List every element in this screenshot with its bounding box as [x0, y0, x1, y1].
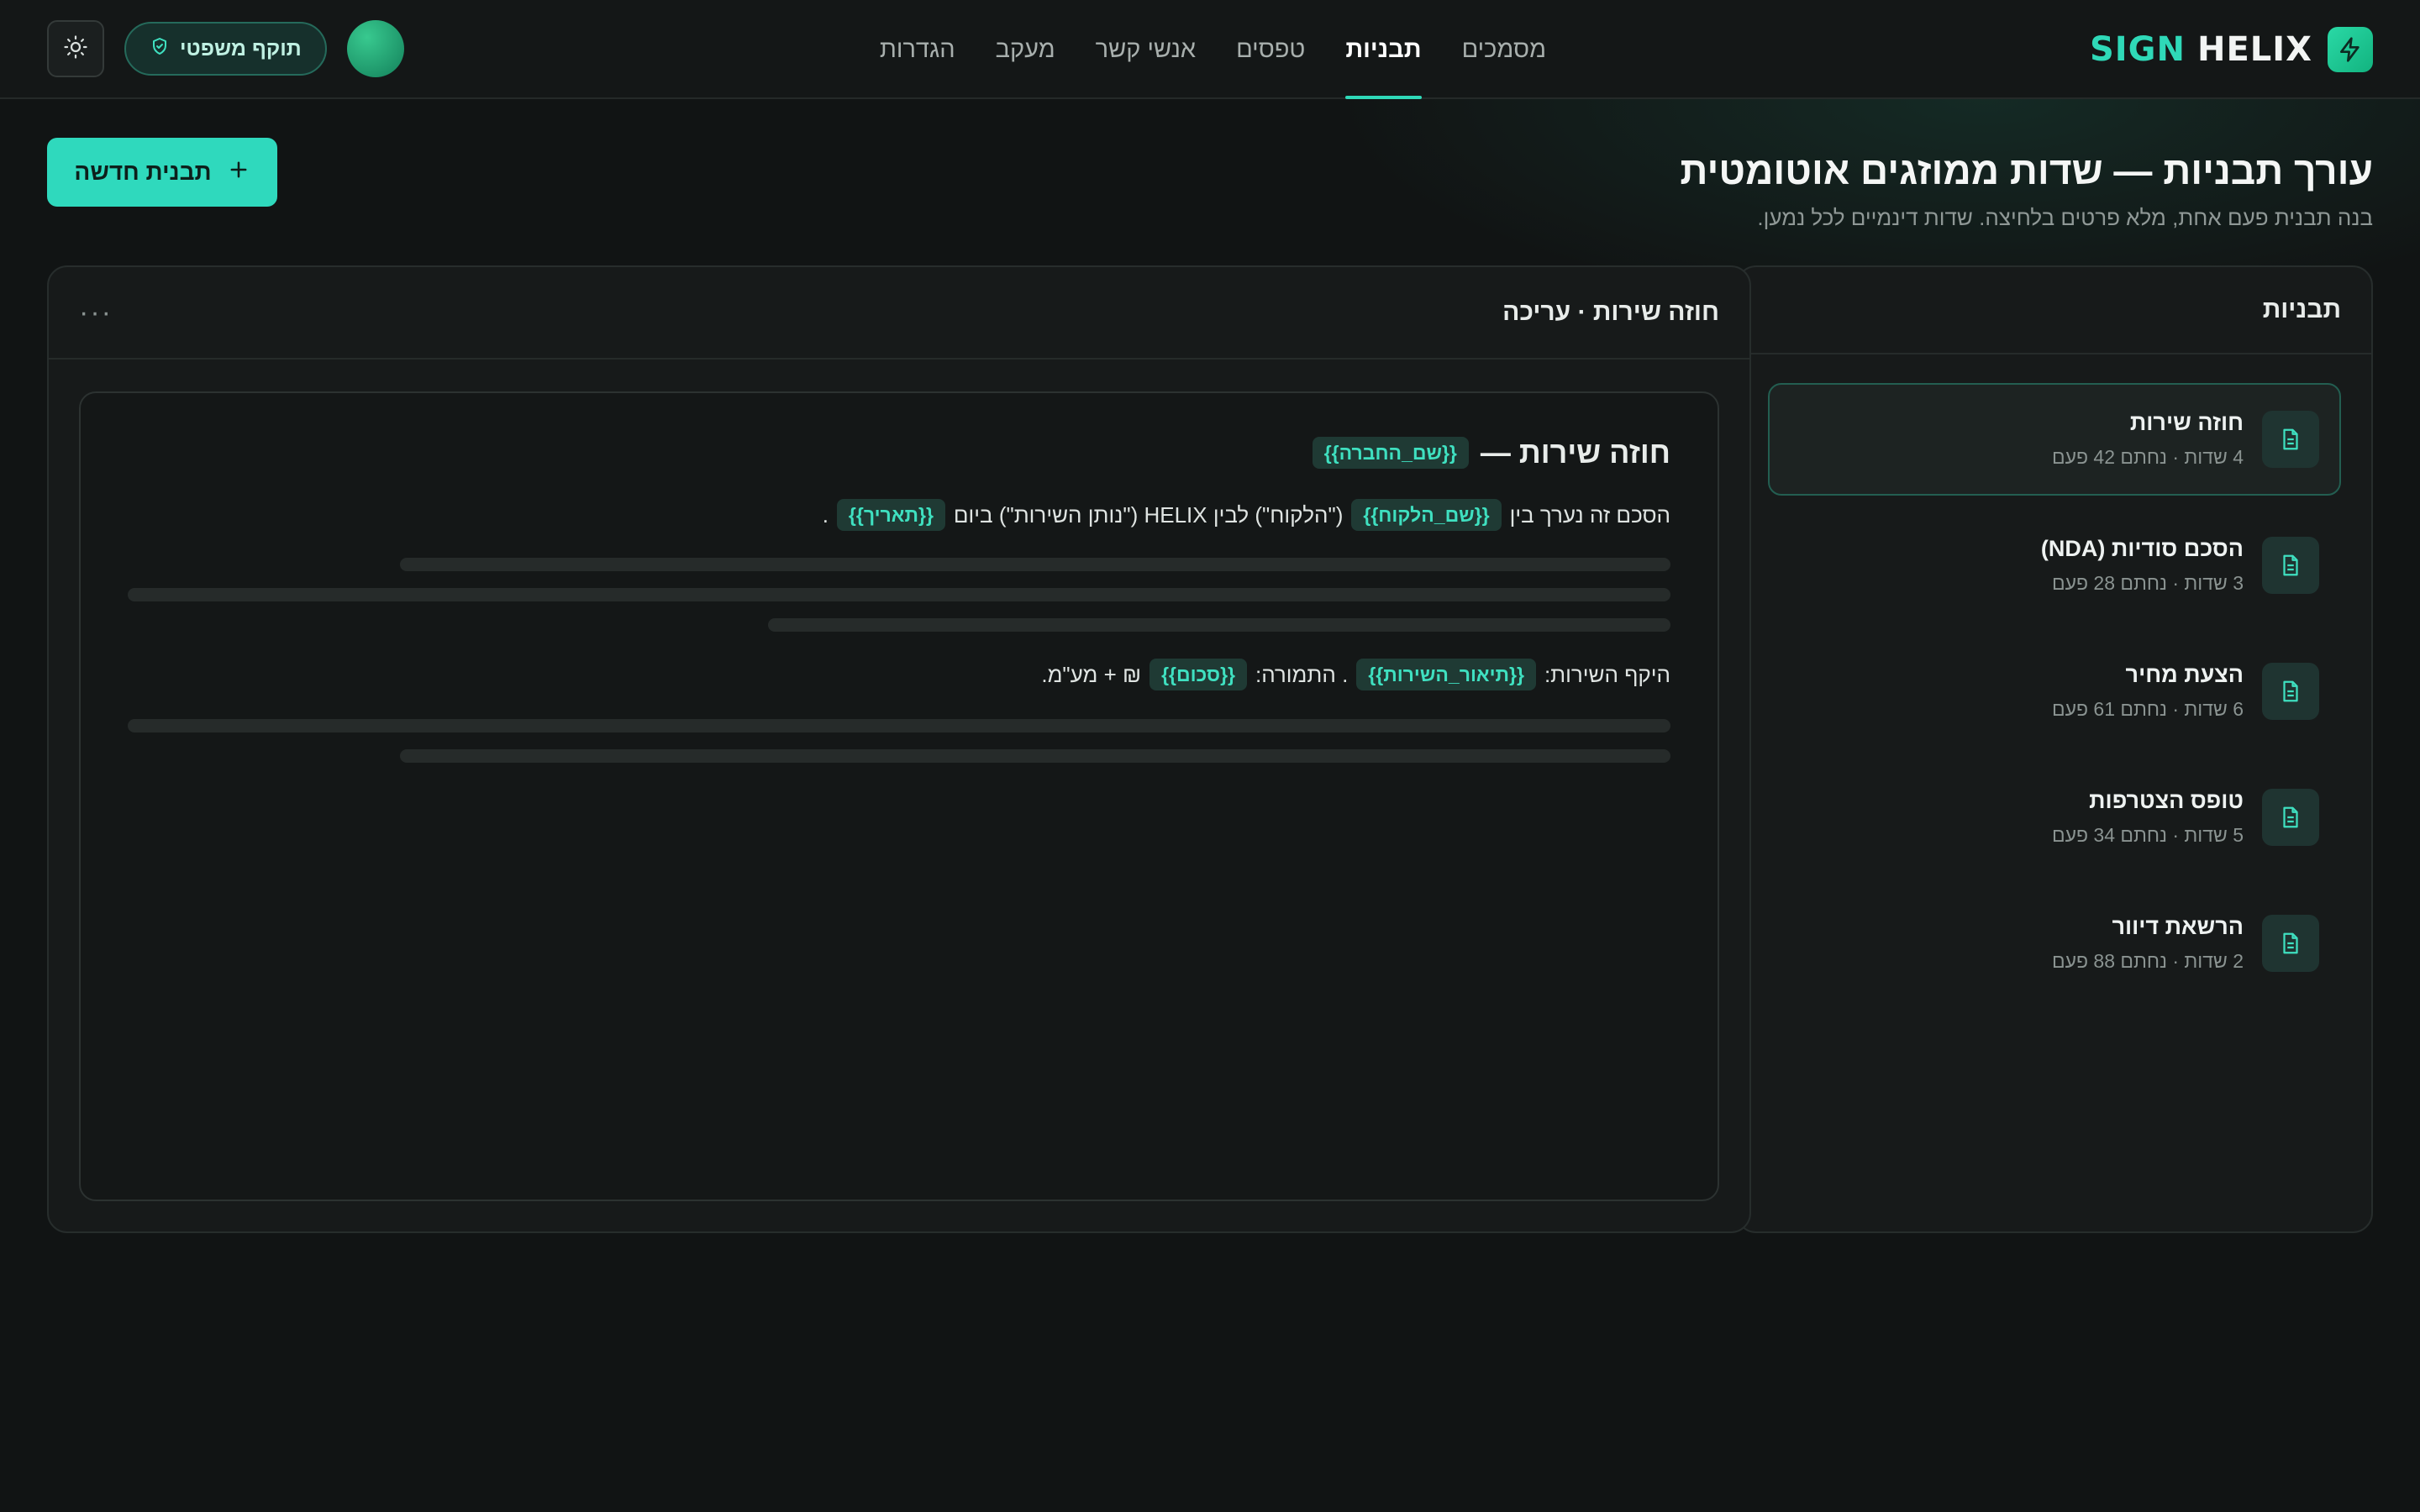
top-bar: SIGN HELIX מסמכים תבניות טפסים אנשי קשר …: [0, 0, 2420, 99]
main-nav: מסמכים תבניות טפסים אנשי קשר מעקב הגדרות: [880, 0, 1546, 99]
merge-field-service-description[interactable]: {{תיאור_השירות}}: [1356, 659, 1536, 690]
document-line-parties: הסכם זה נערך בין {{שם_הלקוח}} ("הלקוח") …: [128, 499, 1670, 531]
sidebar-title: תבניות: [1738, 267, 2371, 354]
doc-text: .: [822, 501, 829, 528]
document-heading: חוזה שירות — {{שם_החברה}}: [128, 435, 1670, 470]
template-meta: 5 שדות · נחתם 34 פעם: [2052, 824, 2244, 846]
nav-forms[interactable]: טפסים: [1236, 0, 1305, 99]
placeholder-text-line: [128, 588, 1670, 601]
nav-templates[interactable]: תבניות: [1345, 0, 1422, 99]
page-subtitle: בנה תבנית פעם אחת, מלא פרטים בלחיצה. שדו…: [1757, 205, 2373, 230]
template-item-mailing-consent[interactable]: הרשאת דיוור 2 שדות · נחתם 88 פעם: [1768, 887, 2341, 1000]
document-icon: [2262, 915, 2319, 972]
document-icon: [2262, 411, 2319, 468]
merge-field-date[interactable]: {{תאריך}}: [836, 499, 945, 531]
placeholder-text-line: [128, 719, 1670, 732]
template-item-nda[interactable]: הסכם סודיות (NDA) 3 שדות · נחתם 28 פעם: [1768, 509, 2341, 622]
template-meta: 4 שדות · נחתם 42 פעם: [2052, 446, 2244, 468]
merge-field-company-name[interactable]: {{שם_החברה}}: [1312, 437, 1469, 469]
template-meta: 6 שדות · נחתם 61 פעם: [2052, 698, 2244, 720]
legal-badge-label: תוקף משפטי: [180, 36, 302, 60]
theme-toggle-button[interactable]: [47, 20, 104, 77]
editor-title: חוזה שירות · עריכה: [1502, 298, 1719, 326]
template-editor: חוזה שירות · עריכה ··· חוזה שירות — {{שם…: [47, 265, 1751, 1233]
legal-validity-badge[interactable]: תוקף משפטי: [124, 22, 327, 76]
template-item-quote[interactable]: הצעת מחיר 6 שדות · נחתם 61 פעם: [1768, 635, 2341, 748]
template-name: הסכם סודיות (NDA): [2040, 536, 2244, 561]
doc-text: הסכם זה נערך בין: [1509, 501, 1670, 528]
nav-tracking[interactable]: מעקב: [996, 0, 1055, 99]
placeholder-text-line: [400, 558, 1670, 571]
page-title: עורך תבניות — שדות ממוזגים אוטומטית: [1680, 149, 2373, 192]
template-name: טופס הצטרפות: [2089, 788, 2244, 813]
brand-wordmark: SIGN HELIX: [2090, 30, 2312, 69]
nav-settings[interactable]: הגדרות: [880, 0, 955, 99]
sun-icon: [63, 34, 88, 64]
avatar[interactable]: [346, 20, 404, 77]
doc-text: . התמורה:: [1255, 661, 1349, 687]
merge-field-amount[interactable]: {{סכום}}: [1150, 659, 1247, 690]
shield-check-icon: [150, 36, 170, 62]
template-item-onboarding-form[interactable]: טופס הצטרפות 5 שדות · נחתם 34 פעם: [1768, 761, 2341, 874]
header-actions: תוקף משפטי: [47, 20, 404, 77]
templates-sidebar: תבניות חוזה שירות 4 שדות · נחתם 42 פעם ה…: [1736, 265, 2373, 1233]
brand-logo[interactable]: SIGN HELIX: [2090, 27, 2373, 72]
document-icon: [2262, 789, 2319, 846]
doc-text: היקף השירות:: [1544, 661, 1670, 687]
plus-icon: [227, 158, 250, 187]
template-meta: 2 שדות · נחתם 88 פעם: [2052, 950, 2244, 972]
placeholder-text-line: [400, 749, 1670, 763]
document-heading-text: חוזה שירות —: [1480, 435, 1670, 470]
nav-documents[interactable]: מסמכים: [1462, 0, 1546, 99]
nav-contacts[interactable]: אנשי קשר: [1096, 0, 1196, 99]
template-name: חוזה שירות: [2129, 410, 2244, 435]
template-name: הרשאת דיוור: [2112, 914, 2244, 939]
editor-header: חוזה שירות · עריכה ···: [49, 267, 1749, 360]
brand-helix-text: HELIX: [2196, 30, 2312, 69]
document-canvas[interactable]: חוזה שירות — {{שם_החברה}} הסכם זה נערך ב…: [79, 391, 1719, 1201]
lightning-icon: [2328, 27, 2373, 72]
document-icon: [2262, 663, 2319, 720]
more-options-icon[interactable]: ···: [79, 297, 113, 329]
template-list: חוזה שירות 4 שדות · נחתם 42 פעם הסכם סוד…: [1738, 354, 2371, 1000]
placeholder-text-line: [768, 618, 1670, 632]
new-template-button[interactable]: תבנית חדשה: [47, 138, 277, 207]
new-template-label: תבנית חדשה: [74, 159, 212, 185]
brand-sign-text: SIGN: [2089, 30, 2186, 69]
merge-field-client-name[interactable]: {{שם_הלקוח}}: [1351, 499, 1502, 531]
template-item-service-contract[interactable]: חוזה שירות 4 שדות · נחתם 42 פעם: [1768, 383, 2341, 496]
document-icon: [2262, 537, 2319, 594]
template-name: הצעת מחיר: [2125, 662, 2244, 687]
template-meta: 3 שדות · נחתם 28 פעם: [2052, 572, 2244, 594]
doc-text: ("הלקוח") לבין HELIX ("נותן השירות") ביו…: [953, 501, 1344, 528]
document-line-scope: היקף השירות: {{תיאור_השירות}} . התמורה: …: [128, 659, 1670, 690]
doc-text: ₪ + מע"מ.: [1041, 661, 1142, 687]
